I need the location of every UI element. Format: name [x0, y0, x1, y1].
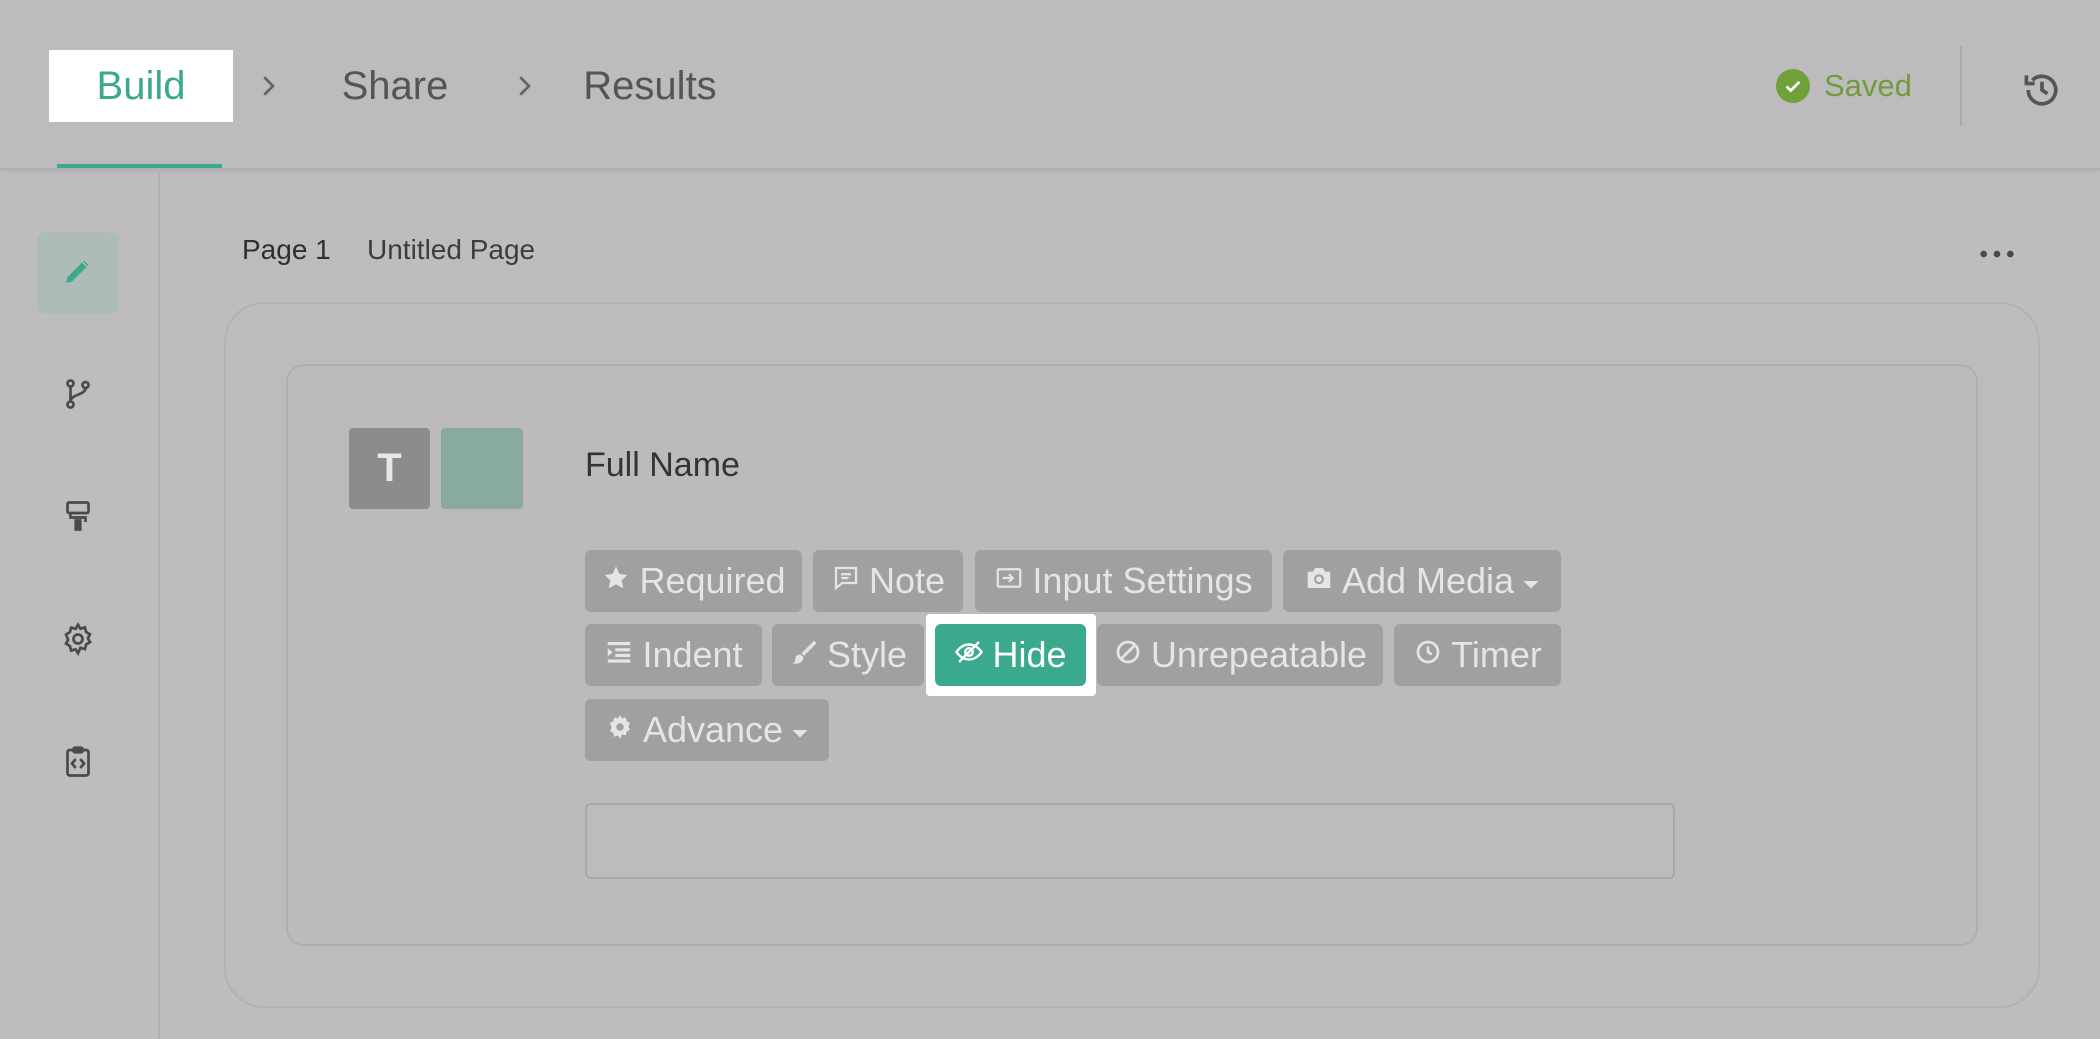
- input-settings-button[interactable]: Input Settings: [975, 550, 1272, 612]
- style-button[interactable]: Style: [772, 624, 924, 686]
- timer-label: Timer: [1451, 634, 1542, 675]
- gear-icon: [605, 709, 635, 751]
- rail-settings-button[interactable]: [37, 600, 119, 682]
- rail-embed-button[interactable]: [37, 723, 119, 805]
- style-label: Style: [826, 634, 908, 675]
- brush-icon: [789, 634, 819, 676]
- add-media-label: Add Media: [1341, 560, 1515, 601]
- star-icon: [601, 560, 631, 602]
- full-name-input[interactable]: [585, 803, 1675, 879]
- color-swatch[interactable]: [441, 428, 523, 509]
- comment-icon: [831, 560, 861, 602]
- indent-label: Indent: [642, 634, 743, 675]
- eye-slash-icon: [954, 634, 984, 676]
- saved-label: Saved: [1824, 68, 1912, 103]
- input-icon: [994, 560, 1024, 602]
- chevron-right-icon: [506, 68, 542, 104]
- indent-button[interactable]: Indent: [585, 624, 762, 686]
- paint-roller-icon: [60, 498, 96, 539]
- page-title[interactable]: Untitled Page: [367, 234, 535, 266]
- history-icon[interactable]: [2018, 66, 2066, 114]
- caret-down-icon: [1522, 560, 1540, 602]
- unrepeatable-label: Unrepeatable: [1150, 634, 1368, 675]
- indent-icon: [604, 634, 634, 676]
- gear-icon: [60, 621, 96, 662]
- code-clipboard-icon: [60, 744, 96, 785]
- pencil-icon: [60, 253, 96, 294]
- step-results[interactable]: Results: [560, 50, 740, 122]
- rail-logic-button[interactable]: [37, 355, 119, 437]
- input-settings-label: Input Settings: [1032, 560, 1253, 601]
- required-button[interactable]: Required: [585, 550, 802, 612]
- advance-button[interactable]: Advance: [585, 699, 829, 761]
- divider: [1960, 46, 1962, 126]
- hide-label: Hide: [992, 634, 1067, 675]
- timer-button[interactable]: Timer: [1394, 624, 1561, 686]
- field-label[interactable]: Full Name: [585, 446, 740, 485]
- required-label: Required: [639, 560, 786, 601]
- hide-button[interactable]: Hide: [935, 624, 1086, 686]
- chevron-right-icon: [250, 68, 286, 104]
- rail-theme-button[interactable]: [37, 477, 119, 559]
- more-horizontal-icon[interactable]: [1975, 234, 2019, 274]
- caret-down-icon: [791, 709, 809, 751]
- left-rail: [0, 170, 160, 1039]
- step-share[interactable]: Share: [320, 50, 470, 122]
- step-build[interactable]: Build: [49, 50, 233, 122]
- rail-build-button[interactable]: [37, 232, 119, 314]
- check-circle-icon: [1776, 69, 1810, 103]
- text-type-icon[interactable]: T: [349, 428, 430, 509]
- camera-icon: [1304, 560, 1334, 602]
- advance-label: Advance: [642, 709, 784, 750]
- unrepeatable-button[interactable]: Unrepeatable: [1097, 624, 1383, 686]
- ban-icon: [1113, 634, 1143, 676]
- branch-icon: [60, 376, 96, 417]
- saved-status: Saved: [1776, 66, 1912, 106]
- note-label: Note: [868, 560, 946, 601]
- active-step-underline: [57, 164, 222, 168]
- page-number-label: Page 1: [242, 234, 331, 265]
- add-media-button[interactable]: Add Media: [1283, 550, 1561, 612]
- note-button[interactable]: Note: [813, 550, 963, 612]
- top-bar: Build Share Results Saved: [0, 0, 2100, 170]
- clock-icon: [1413, 634, 1443, 676]
